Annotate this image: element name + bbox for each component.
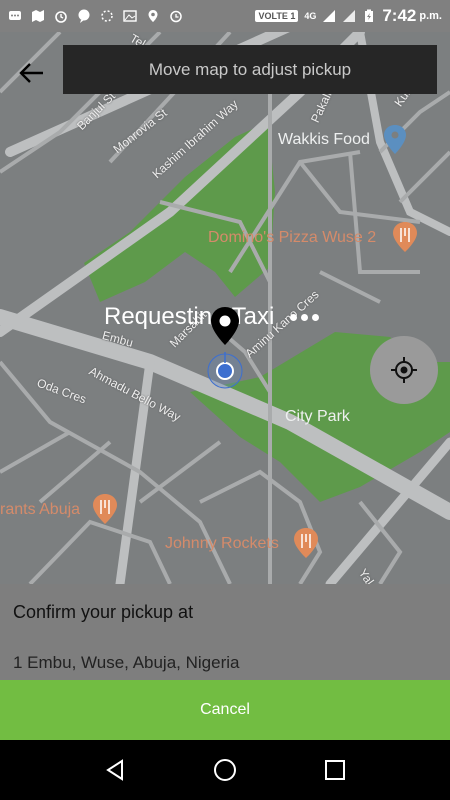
crosshair-icon bbox=[391, 357, 417, 383]
restaurant-marker-johnny bbox=[294, 528, 318, 558]
pickup-confirm-sheet: Confirm your pickup at 1 Embu, Wuse, Abu… bbox=[0, 584, 450, 680]
alarm-clock-icon bbox=[170, 10, 182, 23]
signal-2-icon bbox=[343, 10, 356, 22]
nav-home-icon bbox=[214, 759, 236, 781]
message-icon bbox=[9, 11, 21, 20]
poi-label-dominos[interactable]: Domino's Pizza Wuse 2 bbox=[208, 229, 376, 247]
restaurant-marker-dominos bbox=[393, 222, 417, 252]
loading-icon bbox=[101, 10, 113, 22]
poi-label-johnny-rockets[interactable]: Johnny Rockets bbox=[165, 535, 279, 553]
system-nav-bar bbox=[0, 740, 450, 800]
status-bar: VOLTE 1 4G 7:42 p.m. bbox=[0, 0, 450, 32]
poi-label-abuja-restaurant[interactable]: rants Abuja bbox=[0, 501, 80, 519]
cancel-button[interactable]: Cancel bbox=[0, 680, 450, 740]
poi-label-wakkis[interactable]: Wakkis Food bbox=[278, 131, 370, 149]
map-icon bbox=[32, 10, 44, 22]
volte-badge: VOLTE 1 bbox=[255, 10, 299, 22]
app-screen: VOLTE 1 4G 7:42 p.m. Tel Banjul St Monro… bbox=[0, 0, 450, 800]
pickup-address[interactable]: 1 Embu, Wuse, Abuja, Nigeria bbox=[13, 653, 239, 673]
alarm-app-icon bbox=[55, 11, 67, 23]
nav-back-icon bbox=[106, 759, 123, 781]
locate-me-button[interactable] bbox=[370, 336, 438, 404]
poi-label-city-park[interactable]: City Park bbox=[285, 408, 350, 426]
nav-recents-icon bbox=[325, 760, 345, 780]
nav-back-button[interactable] bbox=[95, 750, 135, 790]
loading-dots bbox=[290, 313, 320, 321]
requesting-text: Requesting Taxi bbox=[104, 303, 275, 330]
restaurant-marker-abuja bbox=[93, 494, 117, 524]
signal-icon bbox=[323, 10, 336, 22]
nav-recents-button[interactable] bbox=[315, 750, 355, 790]
back-arrow-icon bbox=[19, 63, 43, 83]
image-icon bbox=[123, 10, 137, 22]
nav-home-button[interactable] bbox=[205, 750, 245, 790]
location-status-icon bbox=[148, 10, 158, 22]
current-location-icon bbox=[207, 352, 243, 389]
battery-charging-icon bbox=[365, 9, 374, 22]
adjust-pickup-banner: Move map to adjust pickup bbox=[63, 45, 437, 94]
clock-time: 7:42 bbox=[382, 6, 417, 25]
clock-ampm: p.m. bbox=[419, 10, 442, 22]
back-button[interactable] bbox=[14, 56, 48, 90]
network-type: 4G bbox=[304, 11, 317, 21]
pickup-pin-icon bbox=[211, 307, 239, 345]
chat-icon bbox=[78, 9, 90, 23]
confirm-pickup-title: Confirm your pickup at bbox=[13, 602, 194, 622]
